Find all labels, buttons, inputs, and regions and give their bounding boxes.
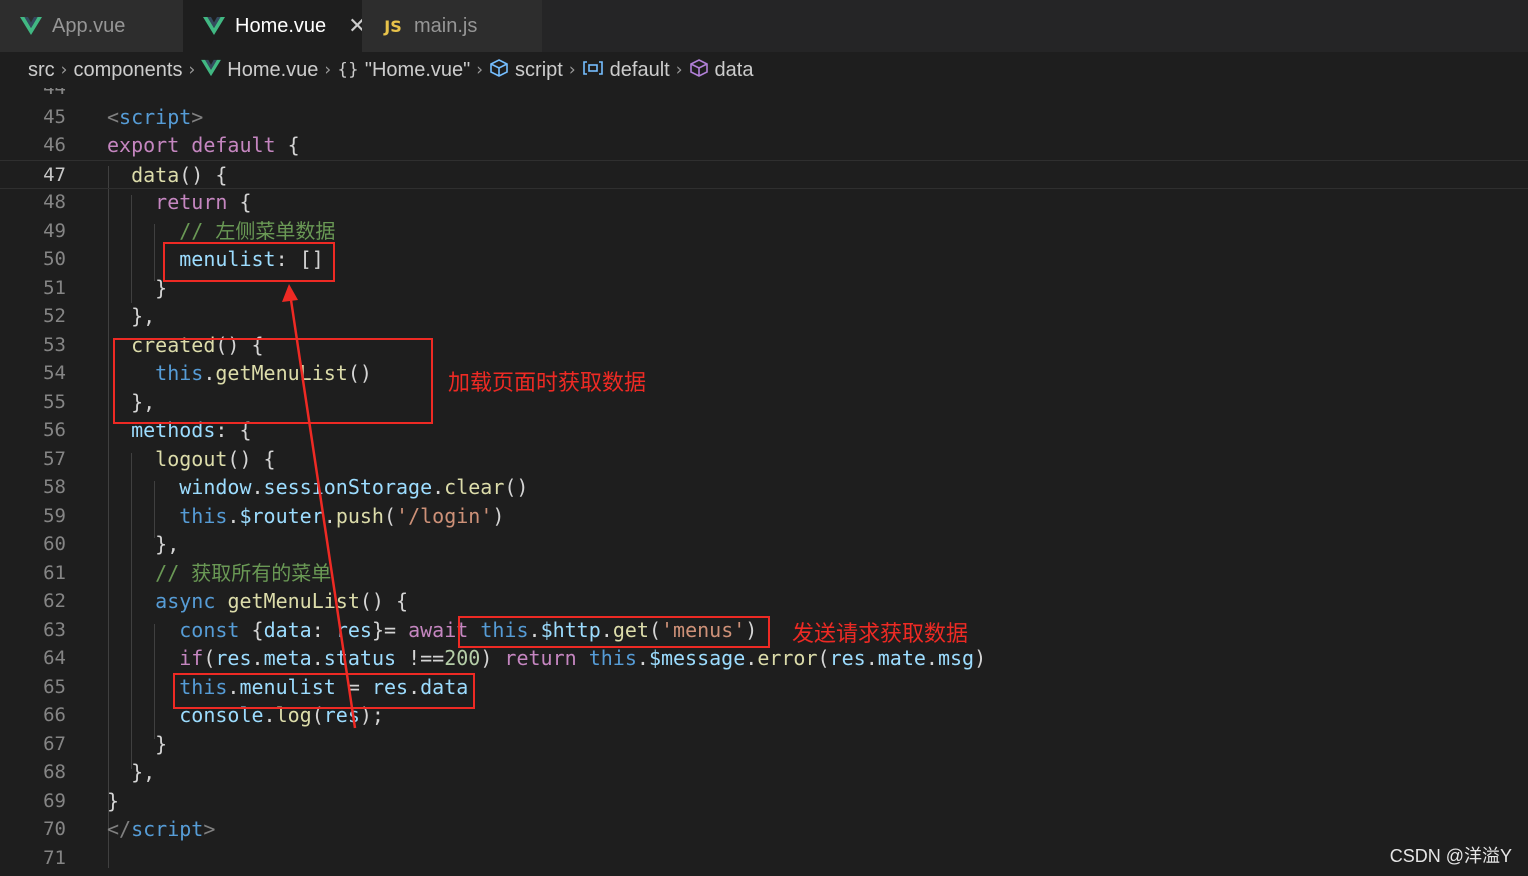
annotation-arrow xyxy=(282,284,357,729)
watermark: CSDN @洋溢Y xyxy=(1389,846,1512,866)
